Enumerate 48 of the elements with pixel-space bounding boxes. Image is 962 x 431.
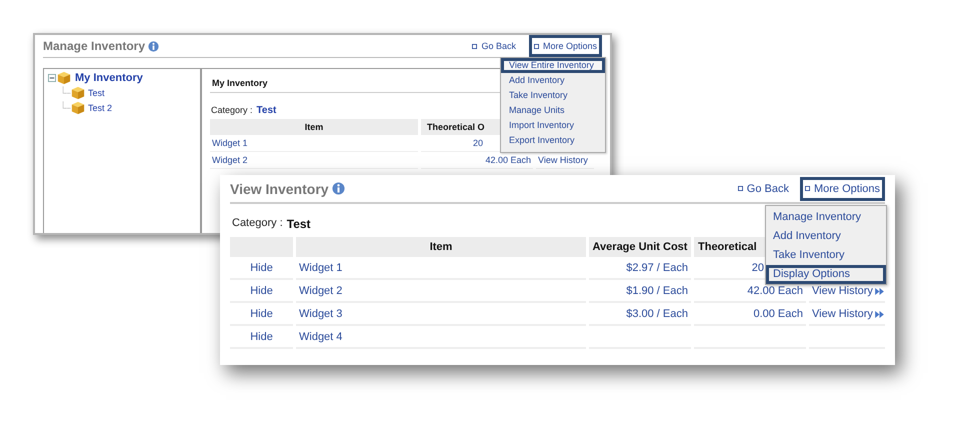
tree-item[interactable]: My Inventory [75,72,143,84]
header-link[interactable]: Go Back [732,176,794,200]
box-icon [57,71,71,85]
info-icon [148,40,160,52]
header-link[interactable]: More Options [800,176,885,200]
header-link[interactable]: More Options [528,35,602,57]
table-cell: $3.00 / Each [589,304,691,326]
menu-item[interactable]: Display Options [766,265,886,284]
column-header: Item [296,237,586,257]
table-cell: $2.97 / Each [589,258,691,280]
info-icon [332,182,345,195]
menu-item[interactable]: Manage Inventory [766,208,886,227]
hide-link[interactable]: Hide [230,258,293,280]
item-link[interactable]: Widget 3 [296,304,586,326]
history-link[interactable]: View History [812,281,884,301]
tree-item[interactable]: Test [88,88,105,98]
table-cell: 0.00 Each [694,304,806,326]
double-arrow-icon [874,288,884,294]
item-link[interactable]: Widget 2 [210,152,418,169]
category-value: Test [256,105,276,116]
box-icon [71,100,85,114]
double-arrow-icon [874,310,884,318]
category-value: Test [286,217,311,231]
window-title: View Inventory [230,180,329,196]
column-header: Average Unit Cost [589,237,691,257]
category-label: Category : [211,105,253,116]
table-cell: $1.90 / Each [589,281,691,303]
item-link[interactable]: Widget 4 [296,327,586,349]
hide-link[interactable]: Hide [230,281,293,303]
menu-item[interactable]: Manage Units [501,103,605,118]
square-bullet-icon [804,186,810,191]
window-title: Manage Inventory [43,39,146,53]
square-bullet-icon [472,44,478,48]
square-bullet-icon [534,44,539,48]
category-label: Category : [232,217,283,231]
item-link[interactable]: Widget 1 [210,135,418,152]
header-link[interactable]: Go Back [467,35,521,57]
item-link[interactable]: Widget 1 [296,258,586,280]
tree-item[interactable]: Test 2 [88,102,112,112]
box-icon [71,86,85,100]
collapse-icon[interactable] [48,74,56,82]
item-link[interactable]: Widget 2 [296,281,586,303]
menu-item[interactable]: View Entire Inventory [501,58,605,73]
square-bullet-icon [738,186,743,191]
hide-link[interactable]: Hide [230,327,293,349]
column-header: Item [210,119,418,135]
hide-link[interactable]: Hide [230,304,293,326]
history-link[interactable]: View History [812,304,884,324]
